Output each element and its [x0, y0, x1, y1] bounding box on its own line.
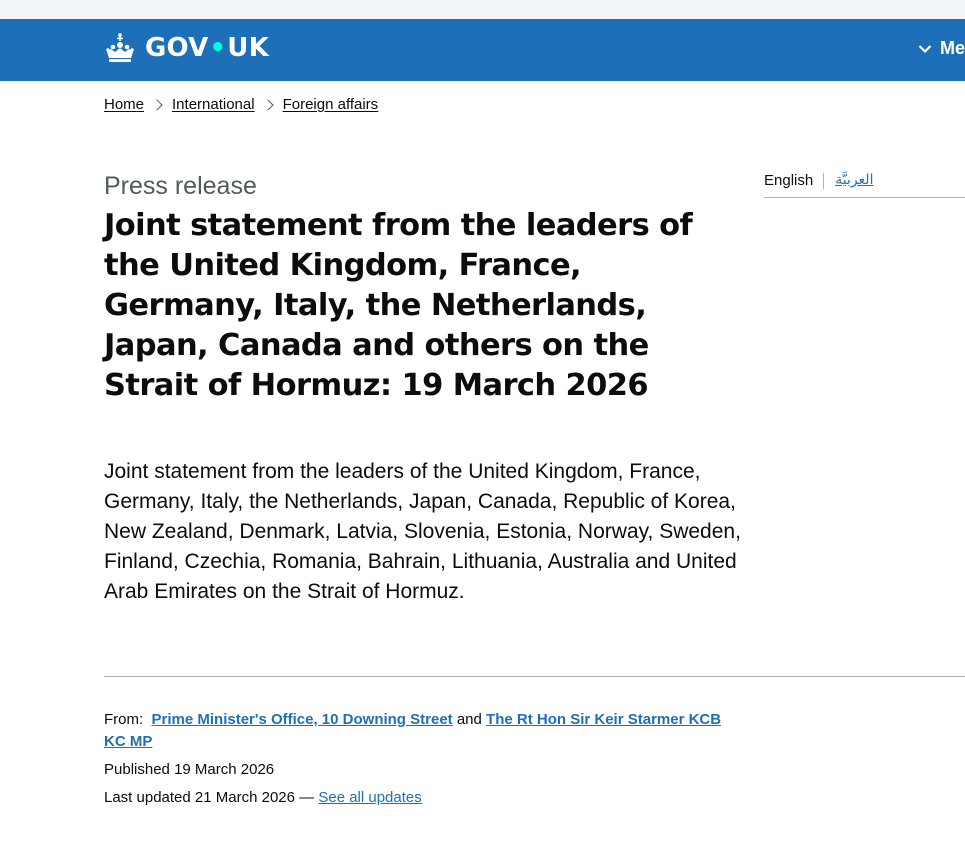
section-divider [104, 676, 965, 677]
language-link-arabic[interactable]: العربيَّة [835, 171, 873, 188]
org-link-pmo[interactable]: Prime Minister's Office, 10 Downing Stre… [152, 711, 453, 728]
govuk-logo-link[interactable]: GOV • UK [104, 32, 269, 64]
chevron-right-icon [261, 98, 274, 111]
metadata-updated: Last updated 21 March 2026 — See all upd… [104, 787, 744, 809]
chevron-down-icon [918, 44, 932, 53]
logo-dot: • [209, 33, 227, 63]
breadcrumb-international[interactable]: International [172, 96, 255, 113]
menu-button[interactable]: Menu [918, 38, 965, 59]
updated-dash: — [299, 789, 315, 806]
language-switcher: English العربيَّة [764, 171, 965, 198]
from-label: From: [104, 711, 144, 728]
and-word: and [456, 711, 482, 728]
updated-date: 21 March 2026 [194, 789, 295, 806]
chevron-right-icon [151, 98, 163, 111]
published-date: 19 March 2026 [174, 761, 275, 778]
breadcrumb-foreign-affairs[interactable]: Foreign affairs [283, 96, 379, 113]
site-header: GOV • UK Menu [0, 19, 965, 81]
language-current: English [764, 172, 814, 189]
logo-text-gov: GOV [145, 33, 209, 63]
updated-label: Last updated [104, 789, 191, 806]
crown-icon [106, 33, 134, 62]
lead-paragraph: Joint statement from the leaders of the … [104, 460, 741, 603]
metadata: From: Prime Minister's Office, 10 Downin… [104, 709, 744, 815]
metadata-published: Published 19 March 2026 [104, 759, 744, 781]
breadcrumb: Home International Foreign affairs [104, 96, 378, 113]
breadcrumb-home[interactable]: Home [104, 96, 144, 113]
logo-text-uk: UK [227, 33, 269, 63]
language-divider [823, 173, 825, 189]
menu-label: Menu [940, 38, 965, 58]
top-strip [0, 0, 965, 19]
see-all-updates-link[interactable]: See all updates [318, 789, 421, 806]
logo-wordmark: GOV • UK [145, 33, 269, 63]
published-label: Published [104, 761, 170, 778]
metadata-from: From: Prime Minister's Office, 10 Downin… [104, 709, 744, 753]
page-caption: Press release [104, 172, 257, 200]
page-title: Joint statement from the leaders of the … [104, 208, 693, 403]
